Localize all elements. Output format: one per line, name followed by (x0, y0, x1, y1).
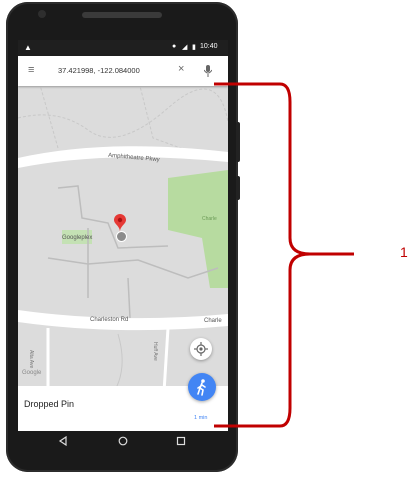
search-bar[interactable]: ≡ 37.421998, -122.084000 × (18, 56, 228, 86)
status-bar: ▲ ● ◢ ▮ 10:40 (18, 40, 228, 56)
directions-button[interactable] (188, 373, 216, 401)
status-time: 10:40 (200, 43, 218, 50)
microphone-icon[interactable] (204, 65, 212, 77)
battery-icon: ▮ (192, 44, 196, 51)
front-camera (38, 10, 46, 18)
place-title: Dropped Pin (24, 399, 75, 409)
menu-icon[interactable]: ≡ (28, 64, 34, 76)
android-nav-bar (18, 431, 228, 451)
home-icon[interactable] (118, 436, 128, 446)
close-icon[interactable]: × (178, 63, 184, 75)
eta-label: 1 min (194, 415, 208, 421)
phone-screen: ▲ ● ◢ ▮ 10:40 Amphitheatre Pkwy Charlest… (18, 40, 228, 431)
road-label-huff: Huff Ave (152, 342, 158, 361)
place-label-googleplex[interactable]: Googleplex (62, 235, 92, 241)
road-label-charleston: Charleston Rd (90, 317, 129, 323)
annotation-number: 1 (400, 244, 408, 260)
walking-icon (197, 379, 206, 396)
place-marker[interactable] (116, 231, 127, 242)
annotation-bracket (214, 82, 354, 428)
earpiece-speaker (82, 12, 162, 18)
location-icon: ● (172, 43, 177, 50)
warning-icon: ▲ (24, 43, 32, 52)
road-label-alta: Alta Ave (28, 350, 34, 369)
signal-icon: ◢ (182, 44, 188, 51)
my-location-button[interactable] (190, 338, 212, 360)
red-pin-icon[interactable] (114, 214, 126, 232)
search-query[interactable]: 37.421998, -122.084000 (58, 66, 140, 75)
back-icon[interactable] (58, 436, 68, 446)
crosshair-icon (194, 342, 208, 356)
google-attribution: Google (22, 370, 42, 376)
recents-icon[interactable] (176, 436, 186, 446)
